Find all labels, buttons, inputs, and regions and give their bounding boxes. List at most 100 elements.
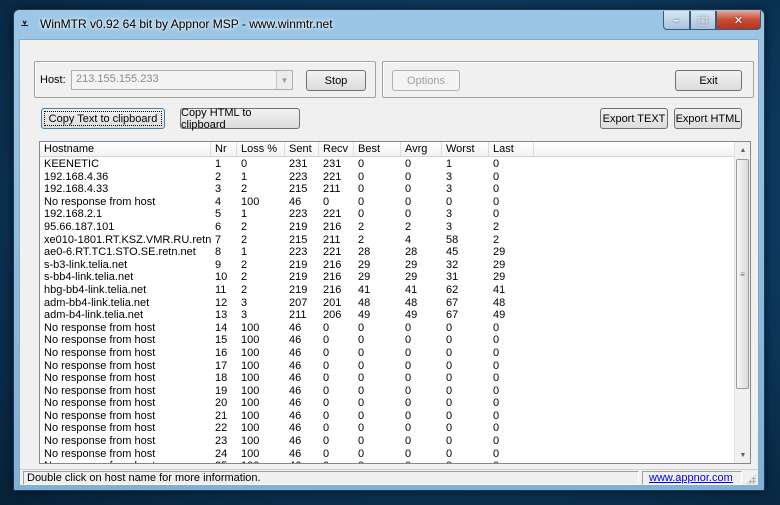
table-row[interactable]: xe010-1801.RT.KSZ.VMR.RU.retn.net 7 2 215 21… — [40, 234, 735, 247]
col-worst-cell: 67 — [446, 309, 459, 322]
maximize-icon: □ — [697, 13, 709, 27]
col-sent-cell: 46 — [289, 372, 302, 385]
scroll-down-arrow-icon[interactable]: ▼ — [735, 447, 750, 463]
table-row[interactable]: ae0-6.RT.TC1.STO.SE.retn.net 8 1 223 221 28 28… — [40, 246, 735, 259]
resize-grip-icon[interactable] — [746, 474, 756, 484]
table-row[interactable]: 95.66.187.101 6 2 219 216 2 2 3 2 — [40, 221, 735, 234]
col-last-header[interactable]: Last — [489, 142, 534, 157]
col-avrg-cell: 0 — [401, 460, 442, 463]
col-nr-cell: 19 — [215, 384, 228, 397]
col-recv-cell: 221 — [323, 246, 342, 259]
col-loss-cell: 2 — [241, 183, 248, 196]
stop-button[interactable]: Stop — [306, 70, 366, 91]
col-loss-cell: 100 — [237, 460, 285, 463]
title-bar[interactable]: ⩡ WinMTR v0.92 64 bit by Appnor MSP - ww… — [14, 10, 764, 38]
col-best-header[interactable]: Best — [354, 142, 401, 157]
table-row[interactable]: 192.168.4.36 2 1 223 221 0 0 3 0 — [40, 171, 735, 184]
trace-results-list[interactable]: Hostname Nr Loss % Sent Recv Best Avrg Worst Las… — [39, 141, 751, 464]
scroll-up-arrow-icon[interactable]: ▲ — [735, 142, 750, 158]
col-recv-cell: 0 — [323, 372, 330, 385]
options-button[interactable]: Options — [392, 70, 460, 91]
table-row[interactable]: No response from host 20 100 46 0 0 0 0 0 — [40, 397, 735, 410]
col-nr-header[interactable]: Nr — [211, 142, 237, 157]
table-row[interactable]: KEENETIC 1 0 231 231 0 0 1 0 — [40, 158, 735, 171]
export-html-button[interactable]: Export HTML — [674, 108, 742, 129]
table-row[interactable]: adm-b4-link.telia.net 13 3 211 206 49 49 67 49 — [40, 309, 735, 322]
table-row[interactable]: No response from host 14 100 46 0 0 0 0 0 — [40, 322, 735, 335]
table-row[interactable]: adm-bb4-link.telia.net 12 3 207 201 48 48 67 48 — [40, 297, 735, 310]
appnor-link[interactable]: www.appnor.com — [642, 471, 742, 485]
col-avrg-header[interactable]: Avrg — [401, 142, 442, 157]
table-row[interactable]: s-bb4-link.telia.net 10 2 219 216 29 29 31 29 — [40, 271, 735, 284]
col-loss-cell: 100 — [241, 409, 260, 422]
col-nr-cell: 3 — [215, 183, 222, 196]
col-avrg-cell: 0 — [405, 195, 412, 208]
col-hostname-cell: No response from host — [44, 346, 156, 359]
col-recv-cell: 221 — [323, 208, 342, 221]
col-loss-cell: 2 — [241, 220, 248, 233]
table-row[interactable]: 192.168.4.33 3 2 215 211 0 0 3 0 — [40, 183, 735, 196]
col-hostname-cell: s-bb4-link.telia.net — [44, 271, 134, 284]
table-row[interactable]: hbg-bb4-link.telia.net 11 2 219 216 41 41 62 41 — [40, 284, 735, 297]
col-hostname-cell: No response from host — [44, 334, 156, 347]
exit-button[interactable]: Exit — [675, 70, 742, 91]
table-row[interactable]: No response from host 16 100 46 0 0 0 0 0 — [40, 347, 735, 360]
table-row[interactable]: s-b3-link.telia.net 9 2 219 216 29 29 32 29 — [40, 259, 735, 272]
col-hostname-header[interactable]: Hostname — [40, 142, 211, 157]
table-row[interactable]: No response from host 17 100 46 0 0 0 0 0 — [40, 360, 735, 373]
col-sent-header[interactable]: Sent — [285, 142, 319, 157]
col-nr-cell: 1 — [215, 158, 222, 170]
copy-html-button[interactable]: Copy HTML to clipboard — [180, 107, 300, 131]
col-hostname-cell: KEENETIC — [44, 158, 100, 170]
col-hostname-cell: No response from host — [44, 384, 156, 397]
col-recv-header[interactable]: Recv — [319, 142, 354, 157]
minimize-button[interactable]: – — [663, 11, 690, 30]
col-best-cell: 48 — [358, 296, 371, 309]
col-nr-cell: 2 — [215, 170, 222, 183]
close-button[interactable]: ✕ — [716, 11, 761, 30]
col-sent-cell: 215 — [289, 233, 308, 246]
col-sent-cell: 46 — [289, 346, 302, 359]
table-row[interactable]: No response from host 15 100 46 0 0 0 0 0 — [40, 334, 735, 347]
col-hostname-cell: No response from host — [44, 359, 156, 372]
col-hostname-cell: ae0-6.RT.TC1.STO.SE.retn.net — [44, 246, 196, 259]
col-worst-cell: 0 — [442, 460, 489, 463]
col-worst-cell: 0 — [446, 409, 453, 422]
col-loss-header[interactable]: Loss % — [237, 142, 285, 157]
table-row[interactable]: No response from host 24 100 46 0 0 0 0 0 — [40, 448, 735, 461]
host-input[interactable]: 213.155.155.233 — [76, 73, 159, 85]
col-hostname-cell: No response from host — [44, 321, 156, 334]
col-worst-cell: 0 — [446, 384, 453, 397]
maximize-button[interactable]: □ — [690, 11, 716, 30]
copy-text-button[interactable]: Copy Text to clipboard — [41, 108, 165, 129]
table-row[interactable]: 192.168.2.1 5 1 223 221 0 0 3 0 — [40, 208, 735, 221]
col-best-cell: 0 — [358, 183, 365, 196]
winmtr-window: ⩡ WinMTR v0.92 64 bit by Appnor MSP - ww… — [13, 9, 765, 491]
col-nr-cell: 25 — [211, 460, 237, 463]
col-best-cell: 0 — [358, 321, 365, 334]
table-row[interactable]: No response from host 18 100 46 0 0 0 0 0 — [40, 372, 735, 385]
chevron-down-icon[interactable]: ▼ — [276, 71, 292, 89]
col-nr-cell: 16 — [215, 346, 228, 359]
col-sent-cell: 223 — [289, 170, 308, 183]
col-last-cell: 0 — [493, 359, 500, 372]
table-row[interactable]: No response from host 23 100 46 0 0 0 0 0 — [40, 435, 735, 448]
col-worst-header[interactable]: Worst — [442, 142, 489, 157]
table-row[interactable]: No response from host251004600000 — [40, 460, 735, 463]
table-row[interactable]: No response from host 19 100 46 0 0 0 0 0 — [40, 385, 735, 398]
table-row[interactable]: No response from host 21 100 46 0 0 0 0 0 — [40, 410, 735, 423]
col-last-cell: 0 — [493, 195, 500, 208]
col-avrg-cell: 0 — [405, 384, 412, 397]
list-header: Hostname Nr Loss % Sent Recv Best Avrg Worst Las… — [40, 142, 735, 157]
host-combobox[interactable]: 213.155.155.233 ▼ — [71, 70, 293, 90]
col-loss-cell: 2 — [241, 233, 248, 246]
table-row[interactable]: No response from host 22 100 46 0 0 0 0 0 — [40, 422, 735, 435]
table-row[interactable]: No response from host 4 100 46 0 0 0 0 0 — [40, 196, 735, 209]
col-best-cell: 0 — [358, 372, 365, 385]
export-text-button[interactable]: Export TEXT — [600, 108, 668, 129]
col-hostname-cell: No response from host — [44, 435, 156, 448]
window-title: WinMTR v0.92 64 bit by Appnor MSP - www.… — [40, 17, 333, 31]
scrollbar-thumb[interactable]: ≡ — [736, 159, 749, 389]
vertical-scrollbar[interactable]: ▲ ≡ ▼ — [734, 142, 750, 463]
col-last-cell: 0 — [493, 346, 500, 359]
